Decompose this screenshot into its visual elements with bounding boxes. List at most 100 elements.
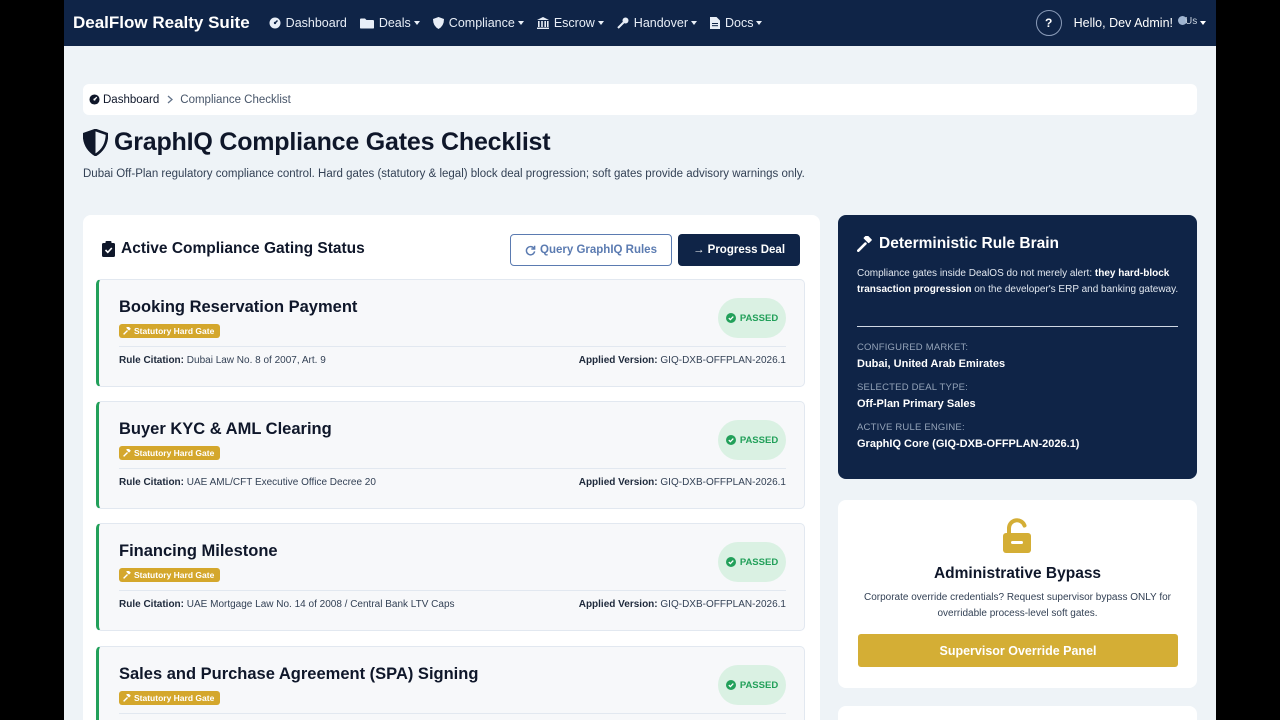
gate-title: Financing Milestone bbox=[119, 542, 278, 560]
rule-citation-label: Rule Citation: bbox=[119, 599, 184, 610]
applied-version-label: Applied Version: bbox=[578, 477, 658, 488]
nav-item-deals[interactable]: Deals bbox=[359, 16, 420, 30]
gate-title: Booking Reservation Payment bbox=[119, 298, 358, 316]
compliance-gating-panel: Active Compliance Gating Status Query Gr… bbox=[83, 215, 820, 720]
divider bbox=[119, 346, 786, 347]
applied-version-value: GIQ-DXB-OFFPLAN-2026.1 bbox=[660, 477, 786, 488]
clipboard-check-icon bbox=[102, 241, 115, 257]
status-badge: PASSED bbox=[718, 420, 786, 460]
breadcrumb-home-label: Dashboard bbox=[103, 93, 160, 106]
chevron-down-icon bbox=[517, 21, 524, 25]
nav-item-compliance[interactable]: Compliance bbox=[432, 16, 524, 30]
nav-item-docs[interactable]: Docs bbox=[710, 16, 763, 30]
rule-citation-label: Rule Citation: bbox=[119, 355, 184, 366]
page-title-row: GraphIQ Compliance Gates Checklist bbox=[83, 128, 551, 157]
nav-label: Deals bbox=[378, 16, 411, 30]
check-circle-icon bbox=[725, 435, 736, 445]
progress-deal-button[interactable]: → Progress Deal bbox=[678, 234, 800, 266]
rule-citation-value: UAE AML/CFT Executive Office Decree 20 bbox=[186, 477, 376, 488]
refresh-icon bbox=[525, 245, 536, 255]
gate-badge-label: Statutory Hard Gate bbox=[134, 448, 215, 458]
rule-engine-label: ACTIVE RULE ENGINE: bbox=[857, 422, 965, 433]
chevron-down-icon bbox=[413, 21, 420, 25]
gate-type-badge: Statutory Hard Gate bbox=[119, 324, 221, 338]
status-badge: PASSED bbox=[718, 542, 786, 582]
nav-item-handover[interactable]: Handover bbox=[617, 16, 697, 30]
chevron-down-icon bbox=[597, 21, 604, 25]
gate-card: Buyer KYC & AML Clearing Statutory Hard … bbox=[96, 401, 805, 509]
nav-label: Compliance bbox=[448, 16, 515, 30]
applied-version: Applied Version: GIQ-DXB-OFFPLAN-2026.1 bbox=[579, 355, 786, 366]
avatar-alt-text: Us bbox=[1185, 16, 1197, 27]
market-value: Dubai, United Arab Emirates bbox=[857, 358, 1006, 370]
deal-type-label: SELECTED DEAL TYPE: bbox=[857, 382, 968, 393]
rule-citation-value: UAE Mortgage Law No. 14 of 2008 / Centra… bbox=[186, 599, 455, 610]
chevron-right-icon bbox=[167, 95, 174, 104]
gavel-icon bbox=[123, 327, 131, 335]
panel-heading: Active Compliance Gating Status bbox=[121, 240, 365, 257]
user-menu-chevron-icon[interactable] bbox=[1200, 21, 1206, 25]
rule-brain-header: Deterministic Rule Brain bbox=[857, 235, 1059, 253]
divider bbox=[119, 713, 786, 714]
breadcrumb: Dashboard Compliance Checklist bbox=[83, 84, 1197, 115]
applied-version: Applied Version: GIQ-DXB-OFFPLAN-2026.1 bbox=[579, 599, 786, 610]
nav-label: Dashboard bbox=[285, 16, 347, 30]
avatar[interactable]: Us bbox=[1177, 16, 1197, 30]
chevron-down-icon bbox=[756, 21, 763, 25]
shield-half-icon bbox=[83, 129, 108, 156]
panel-header: Active Compliance Gating Status bbox=[102, 240, 365, 258]
rule-citation: Rule Citation: UAE Mortgage Law No. 14 o… bbox=[119, 599, 455, 610]
status-label: PASSED bbox=[739, 679, 779, 691]
app-frame: DealFlow Realty Suite Dashboard Deals Co… bbox=[64, 0, 1216, 720]
breadcrumb-home-link[interactable]: Dashboard bbox=[89, 94, 159, 106]
status-badge: PASSED bbox=[718, 665, 786, 705]
status-badge: PASSED bbox=[718, 298, 786, 338]
rule-citation-value: Dubai Law No. 8 of 2007, Art. 9 bbox=[186, 355, 326, 366]
breadcrumb-current: Compliance Checklist bbox=[180, 93, 291, 106]
status-label: PASSED bbox=[739, 434, 779, 446]
nav-label: Handover bbox=[633, 16, 688, 30]
dashboard-gauge-icon bbox=[269, 17, 281, 29]
gate-card: Booking Reservation Payment Statutory Ha… bbox=[96, 279, 805, 387]
nav-item-dashboard[interactable]: Dashboard bbox=[269, 16, 347, 30]
gate-type-badge: Statutory Hard Gate bbox=[119, 568, 221, 582]
page-title: GraphIQ Compliance Gates Checklist bbox=[114, 128, 551, 156]
gate-type-badge: Statutory Hard Gate bbox=[119, 446, 221, 460]
gate-type-badge: Statutory Hard Gate bbox=[119, 691, 221, 705]
rule-brain-heading: Deterministic Rule Brain bbox=[879, 235, 1060, 252]
applied-version-value: GIQ-DXB-OFFPLAN-2026.1 bbox=[660, 599, 786, 610]
folder-icon bbox=[359, 18, 374, 28]
admin-bypass-card: Administrative Bypass Corporate override… bbox=[838, 500, 1197, 688]
gavel-icon bbox=[857, 236, 872, 252]
check-circle-icon bbox=[725, 557, 736, 567]
market-label: CONFIGURED MARKET: bbox=[857, 342, 969, 353]
brand-logo-text[interactable]: DealFlow Realty Suite bbox=[73, 13, 250, 33]
nav-label: Escrow bbox=[553, 16, 595, 30]
supervisor-override-button[interactable]: Supervisor Override Panel bbox=[858, 634, 1178, 667]
gavel-icon bbox=[123, 571, 131, 579]
rule-engine-value: GraphIQ Core (GIQ-DXB-OFFPLAN-2026.1) bbox=[857, 438, 1080, 450]
gavel-icon bbox=[123, 449, 131, 457]
status-label: PASSED bbox=[739, 312, 779, 324]
nav-item-escrow[interactable]: Escrow bbox=[536, 16, 604, 30]
chevron-down-icon bbox=[691, 21, 697, 25]
file-icon bbox=[710, 17, 720, 29]
query-button-label: Query GraphIQ Rules bbox=[540, 244, 657, 256]
user-greeting: Hello, Dev Admin! bbox=[1073, 16, 1173, 30]
rule-citation-label: Rule Citation: bbox=[119, 477, 184, 488]
bank-icon bbox=[536, 17, 549, 29]
query-graphiq-rules-button[interactable]: Query GraphIQ Rules bbox=[510, 234, 672, 266]
gate-badge-label: Statutory Hard Gate bbox=[134, 570, 215, 580]
bypass-description: Corporate override credentials? Request … bbox=[863, 592, 1171, 619]
shield-icon bbox=[432, 17, 444, 29]
page-subtitle: Dubai Off-Plan regulatory compliance con… bbox=[83, 168, 805, 180]
gate-badge-label: Statutory Hard Gate bbox=[134, 326, 215, 336]
applied-version: Applied Version: GIQ-DXB-OFFPLAN-2026.1 bbox=[579, 477, 786, 488]
gavel-icon bbox=[123, 694, 131, 702]
divider bbox=[119, 468, 786, 469]
dashboard-gauge-icon bbox=[89, 94, 100, 105]
help-button[interactable]: ? bbox=[1035, 10, 1062, 36]
navbar-right: ? Hello, Dev Admin! Us bbox=[1035, 0, 1206, 46]
gate-title: Buyer KYC & AML Clearing bbox=[119, 420, 332, 438]
applied-version-value: GIQ-DXB-OFFPLAN-2026.1 bbox=[660, 355, 786, 366]
